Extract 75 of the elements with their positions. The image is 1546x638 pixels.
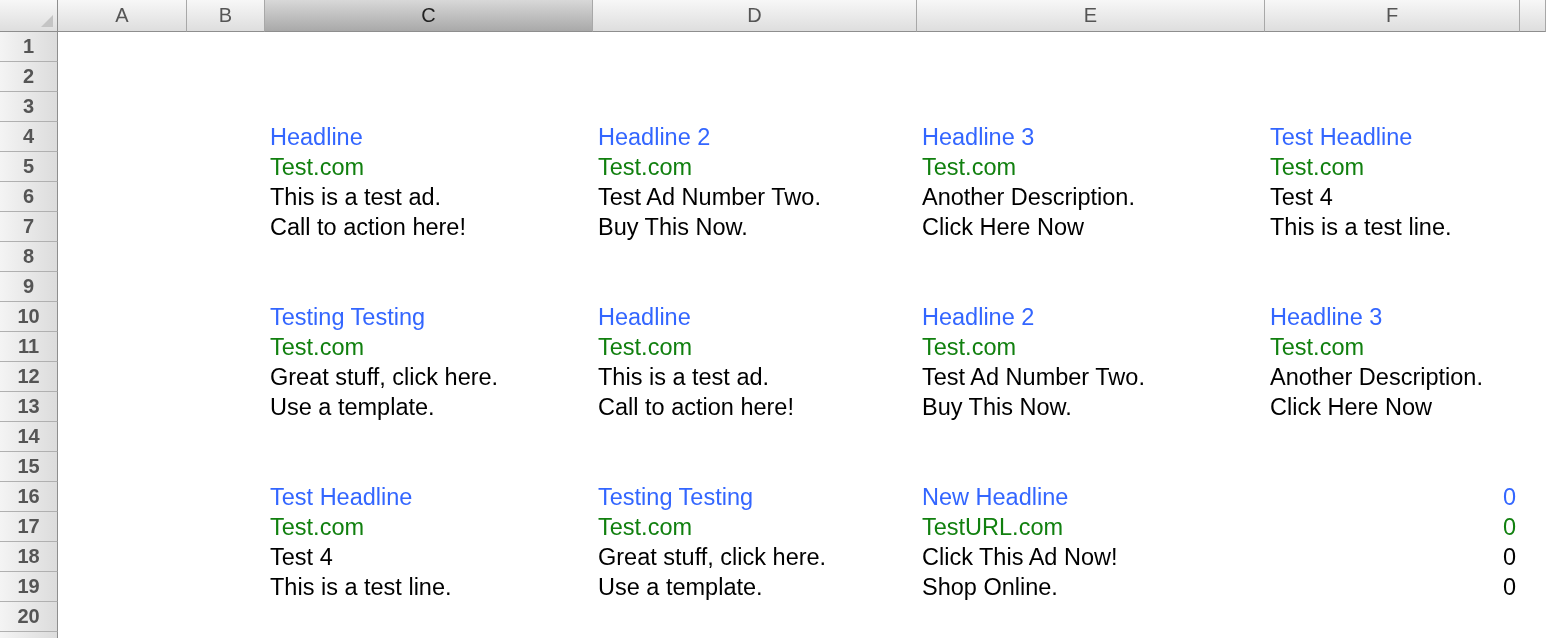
row-header[interactable]: 1 xyxy=(0,32,58,62)
cell-text: This is a test ad. xyxy=(269,182,443,212)
cell-text: Test Ad Number Two. xyxy=(597,182,822,212)
cell-text: Headline xyxy=(269,122,364,152)
cell-text: Test 4 xyxy=(269,542,334,572)
cell-text: This is a test line. xyxy=(269,572,453,602)
cell-text: This is a test line. xyxy=(1269,212,1453,242)
cell-text: Shop Online. xyxy=(921,572,1059,602)
cell-text: Test Headline xyxy=(269,482,414,512)
column-header[interactable]: D xyxy=(593,0,917,32)
column-header[interactable]: C xyxy=(265,0,593,32)
cell-text: Test Headline xyxy=(1269,122,1414,152)
cell-text: Test.com xyxy=(921,332,1018,362)
cell-text: Headline 2 xyxy=(597,122,712,152)
row-header[interactable]: 14 xyxy=(0,422,58,452)
cell-text: Headline 3 xyxy=(921,122,1036,152)
row-header[interactable]: 6 xyxy=(0,182,58,212)
cell-text: Use a template. xyxy=(269,392,436,422)
cell-text: Testing Testing xyxy=(269,302,427,332)
row-header[interactable]: 8 xyxy=(0,242,58,272)
cell-text: Another Description. xyxy=(1269,362,1484,392)
cell-text: Test.com xyxy=(597,152,694,182)
row-header[interactable]: 3 xyxy=(0,92,58,122)
cell-text: Test.com xyxy=(269,332,366,362)
row-header[interactable]: 10 xyxy=(0,302,58,332)
row-header[interactable]: 7 xyxy=(0,212,58,242)
cell-text: Click This Ad Now! xyxy=(921,542,1119,572)
row-header[interactable]: 17 xyxy=(0,512,58,542)
row-header[interactable]: 18 xyxy=(0,542,58,572)
cell-text: Headline 2 xyxy=(921,302,1036,332)
cell-text: Test 4 xyxy=(1269,182,1334,212)
cell-text: Call to action here! xyxy=(269,212,467,242)
cell-text: Great stuff, click here. xyxy=(269,362,500,392)
cell-text: Test.com xyxy=(269,152,366,182)
cell-text: Test.com xyxy=(597,332,694,362)
row-header[interactable]: 11 xyxy=(0,332,58,362)
column-header[interactable]: B xyxy=(187,0,265,32)
row-header[interactable]: 15 xyxy=(0,452,58,482)
cell-text: Test Ad Number Two. xyxy=(921,362,1146,392)
cell-text: Test.com xyxy=(1269,152,1366,182)
cell-text: Test.com xyxy=(921,152,1018,182)
column-header[interactable] xyxy=(1520,0,1546,32)
cell-text: This is a test ad. xyxy=(597,362,771,392)
cell-text: 0 xyxy=(1501,542,1517,572)
row-header[interactable]: 13 xyxy=(0,392,58,422)
cell-text: 0 xyxy=(1501,512,1517,542)
cell-text: 0 xyxy=(1501,572,1517,602)
row-header[interactable]: 16 xyxy=(0,482,58,512)
row-header[interactable]: 4 xyxy=(0,122,58,152)
cell-text: 0 xyxy=(1501,482,1517,512)
cell-text: Buy This Now. xyxy=(921,392,1073,422)
cell-text: Click Here Now xyxy=(921,212,1085,242)
row-header[interactable]: 9 xyxy=(0,272,58,302)
row-header[interactable]: 12 xyxy=(0,362,58,392)
cell-text: Headline xyxy=(597,302,692,332)
cell-text: Buy This Now. xyxy=(597,212,749,242)
cell-text: New Headline xyxy=(921,482,1070,512)
cell-text: Click Here Now xyxy=(1269,392,1433,422)
cell-text: TestURL.com xyxy=(921,512,1065,542)
cell-text: Test.com xyxy=(597,512,694,542)
cell-text: Use a template. xyxy=(597,572,764,602)
row-header[interactable]: 19 xyxy=(0,572,58,602)
cell-text: Test.com xyxy=(1269,332,1366,362)
row-header[interactable]: 2 xyxy=(0,62,58,92)
cell-text: Test.com xyxy=(269,512,366,542)
cell-text: Another Description. xyxy=(921,182,1136,212)
cell-text: Great stuff, click here. xyxy=(597,542,828,572)
cell-text: Call to action here! xyxy=(597,392,795,422)
row-header[interactable]: 5 xyxy=(0,152,58,182)
column-header[interactable]: F xyxy=(1265,0,1520,32)
cell-text: Headline 3 xyxy=(1269,302,1384,332)
column-header[interactable]: A xyxy=(58,0,187,32)
column-header[interactable]: E xyxy=(917,0,1265,32)
cell-text: Testing Testing xyxy=(597,482,755,512)
row-header[interactable]: 20 xyxy=(0,602,58,632)
